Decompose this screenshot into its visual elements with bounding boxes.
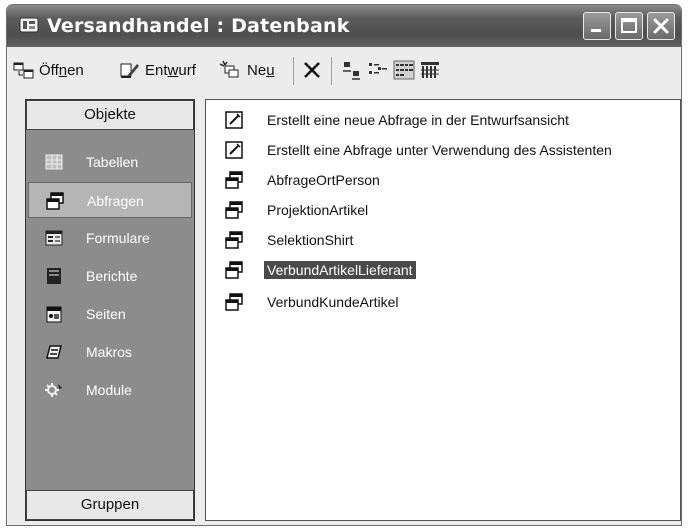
design-label-accel: w	[167, 61, 179, 79]
page-icon	[46, 306, 62, 323]
table-icon	[45, 154, 63, 170]
sidebar-item-label: Module	[86, 382, 132, 398]
toolbar: Öffnen Entwurf Neu	[7, 47, 681, 95]
objects-bar: Objekte Tabellen Abfragen Formulare Beri…	[25, 99, 195, 521]
list-item-label: SelektionShirt	[267, 232, 354, 248]
sidebar-item-label: Makros	[86, 344, 132, 360]
wizard-icon	[225, 111, 243, 129]
toolbar-separator	[293, 57, 294, 85]
design-label-post: urf	[178, 61, 196, 79]
query-icon	[225, 293, 243, 311]
query-icon	[225, 201, 243, 219]
macro-icon	[46, 345, 62, 359]
delete-button[interactable]	[301, 55, 323, 85]
sidebar-item-label: Berichte	[86, 268, 138, 284]
list-item-label: AbfrageOrtPerson	[267, 172, 380, 188]
sidebar-item-abfragen[interactable]: Abfragen	[28, 182, 192, 218]
title-bar[interactable]: Versandhandel : Datenbank	[7, 5, 681, 47]
large-icons-icon	[343, 62, 360, 80]
list-item-label: VerbundArtikelLieferant	[264, 261, 416, 279]
sidebar-item-label: Seiten	[86, 306, 126, 322]
details-view-icon	[421, 62, 439, 78]
design-button[interactable]: Entwurf	[119, 55, 196, 85]
sidebar-item-label: Abfragen	[87, 193, 144, 209]
close-button[interactable]	[647, 12, 675, 40]
sidebar-item-label: Formulare	[86, 230, 150, 246]
list-view-button[interactable]	[393, 55, 415, 85]
open-icon	[13, 62, 34, 79]
sidebar-item-formulare[interactable]: Formulare	[28, 220, 192, 256]
groups-header-button[interactable]: Gruppen	[26, 490, 194, 520]
new-label-accel: u	[266, 61, 275, 79]
minimize-icon	[591, 29, 601, 32]
new-button[interactable]: Neu	[219, 55, 275, 85]
list-item-label: Erstellt eine neue Abfrage in der Entwur…	[267, 112, 569, 128]
module-icon	[45, 383, 62, 397]
design-label-pre: Ent	[145, 61, 168, 79]
toolbar-separator	[331, 57, 332, 85]
small-icons-icon	[369, 63, 387, 74]
new-icon	[219, 60, 239, 78]
sidebar-item-module[interactable]: Module	[28, 372, 192, 408]
open-button[interactable]: Öffnen	[13, 55, 84, 85]
report-icon	[47, 268, 61, 284]
small-icons-button[interactable]	[367, 55, 389, 85]
database-window: Versandhandel : Datenbank Öffnen Entwurf…	[6, 4, 682, 526]
objects-header-button[interactable]: Objekte	[26, 100, 194, 130]
sidebar-item-berichte[interactable]: Berichte	[28, 258, 192, 294]
design-icon	[120, 63, 139, 78]
delete-icon	[304, 62, 320, 78]
open-label-post: en	[67, 61, 84, 79]
new-label-pre: Ne	[247, 61, 267, 79]
details-view-button[interactable]	[419, 55, 441, 85]
wizard-icon	[225, 141, 243, 159]
minimize-button[interactable]	[583, 12, 611, 40]
sidebar-item-tabellen[interactable]: Tabellen	[28, 144, 192, 180]
large-icons-button[interactable]	[341, 55, 363, 85]
list-item-label: Erstellt eine Abfrage unter Verwendung d…	[267, 142, 612, 158]
sidebar-item-label: Tabellen	[86, 154, 139, 170]
maximize-button[interactable]	[615, 12, 643, 40]
close-icon	[653, 18, 669, 34]
query-icon	[225, 261, 243, 279]
list-view-icon	[393, 60, 415, 80]
window-title: Versandhandel : Datenbank	[47, 15, 350, 37]
open-label-pre: Öff	[39, 61, 59, 79]
query-icon	[225, 171, 243, 189]
list-item-label: VerbundKundeArtikel	[267, 294, 399, 310]
form-icon	[45, 230, 63, 246]
open-label-accel: n	[58, 61, 68, 79]
sidebar-item-seiten[interactable]: Seiten	[28, 296, 192, 332]
sidebar-item-makros[interactable]: Makros	[28, 334, 192, 370]
query-icon	[225, 231, 243, 249]
maximize-icon	[621, 18, 637, 33]
object-list: Erstellt eine neue Abfrage in der Entwur…	[205, 99, 681, 521]
database-icon	[19, 17, 39, 33]
query-icon	[46, 192, 64, 210]
list-item-label: ProjektionArtikel	[267, 202, 369, 218]
